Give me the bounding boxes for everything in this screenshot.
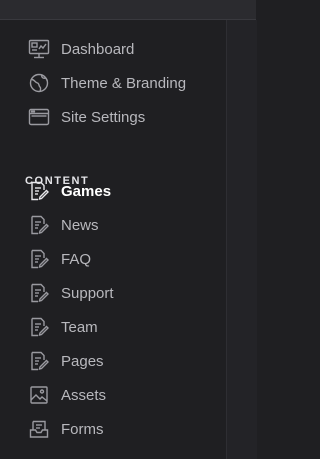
- sidebar-item-faq[interactable]: FAQ: [0, 242, 226, 276]
- sidebar-item-label: Support: [61, 284, 114, 302]
- sidebar-item-games[interactable]: Games: [0, 174, 226, 208]
- browser-window-icon: [28, 106, 50, 128]
- top-bar: [0, 0, 256, 20]
- sidebar-item-support[interactable]: Support: [0, 276, 226, 310]
- sidebar-item-label: Site Settings: [61, 108, 146, 126]
- document-edit-icon: [28, 248, 50, 270]
- main-content-edge: [226, 20, 257, 459]
- dashboard-icon: [28, 38, 50, 60]
- sidebar-item-forms[interactable]: Forms: [0, 412, 226, 446]
- sidebar-item-label: Games: [61, 182, 112, 200]
- sidebar-item-label: Forms: [61, 420, 104, 438]
- sidebar-item-team[interactable]: Team: [0, 310, 226, 344]
- sidebar-item-news[interactable]: News: [0, 208, 226, 242]
- document-edit-icon: [28, 316, 50, 338]
- sidebar-item-label: News: [61, 216, 99, 234]
- sidebar-item-label: Theme & Branding: [61, 74, 187, 92]
- sidebar-item-label: FAQ: [61, 250, 92, 268]
- globe-icon: [28, 72, 50, 94]
- sidebar-item-label: Dashboard: [61, 40, 135, 58]
- sidebar-item-label: Pages: [61, 352, 104, 370]
- document-edit-icon: [28, 350, 50, 372]
- document-edit-icon: [28, 180, 50, 202]
- image-icon: [28, 384, 50, 406]
- document-edit-icon: [28, 282, 50, 304]
- sidebar-item-site-settings[interactable]: Site Settings: [0, 100, 226, 134]
- inbox-tray-icon: [28, 418, 50, 440]
- sidebar-item-theme-branding[interactable]: Theme & Branding: [0, 66, 226, 100]
- sidebar-item-dashboard[interactable]: Dashboard: [0, 32, 226, 66]
- sidebar-item-label: Assets: [61, 386, 107, 404]
- sidebar-item-label: Team: [61, 318, 98, 336]
- document-edit-icon: [28, 214, 50, 236]
- sidebar-item-assets[interactable]: Assets: [0, 378, 226, 412]
- sidebar: Dashboard Theme & Branding Site Settings…: [0, 20, 226, 459]
- sidebar-item-pages[interactable]: Pages: [0, 344, 226, 378]
